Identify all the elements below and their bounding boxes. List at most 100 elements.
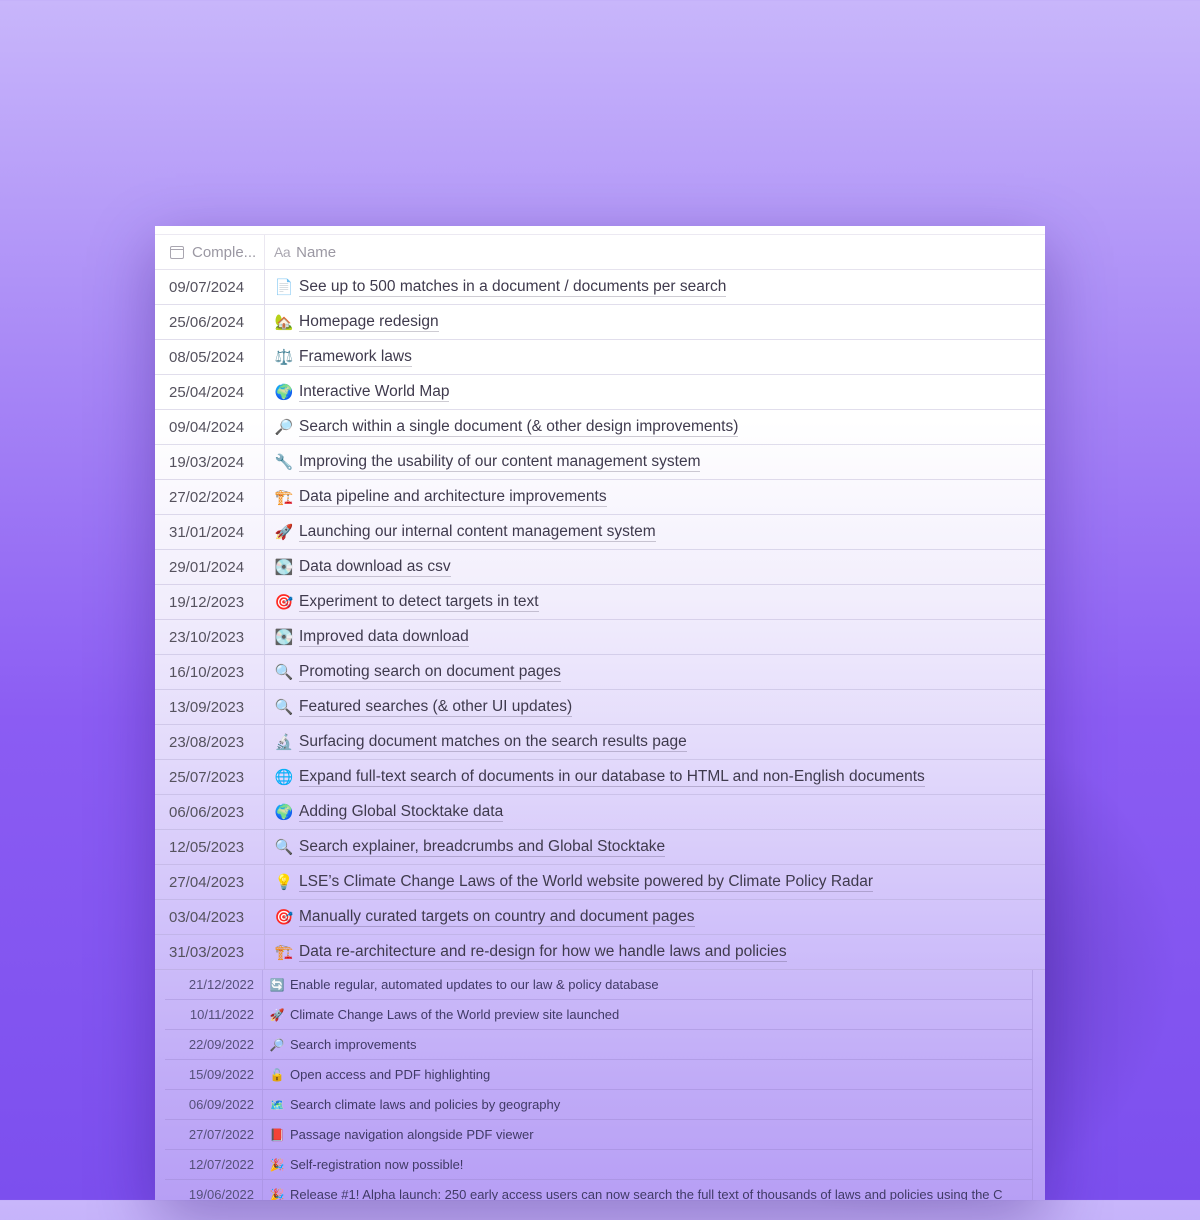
row-title-link[interactable]: Homepage redesign — [299, 313, 439, 332]
row-name-cell[interactable]: 🚀 Launching our internal content manageme… — [265, 515, 656, 549]
row-name-cell[interactable]: 🔍 Featured searches (& other UI updates) — [265, 690, 573, 724]
row-name-cell[interactable]: 🏡 Homepage redesign — [265, 305, 439, 339]
row-name-cell[interactable]: 🏗️ Data re-architecture and re-design for… — [265, 935, 787, 969]
map-icon: 🗺️ — [269, 1097, 285, 1112]
row-title-link[interactable]: Enable regular, automated updates to our… — [290, 977, 659, 992]
row-name-cell[interactable]: 🔬 Surfacing document matches on the searc… — [265, 725, 687, 759]
table-row[interactable]: 31/03/2023 🏗️ Data re-architecture and re-… — [155, 935, 1045, 970]
row-name-cell[interactable]: 💽 Improved data download — [265, 620, 469, 654]
row-title-link[interactable]: See up to 500 matches in a document / do… — [299, 278, 727, 297]
row-name-cell[interactable]: 🎯 Experiment to detect targets in text — [265, 585, 539, 619]
row-name-cell[interactable]: 🌐 Expand full-text search of documents in… — [265, 760, 925, 794]
row-name-cell[interactable]: 🗺️ Search climate laws and policies by ge… — [263, 1090, 561, 1119]
table-row[interactable]: 19/12/2023 🎯 Experiment to detect targets … — [155, 585, 1045, 620]
table-row[interactable]: 09/07/2024 📄 See up to 500 matches in a do… — [155, 270, 1045, 305]
row-name-cell[interactable]: 🌍 Interactive World Map — [265, 375, 450, 409]
completed-date: 03/04/2023 — [155, 900, 265, 934]
row-name-cell[interactable]: 📕 Passage navigation alongside PDF viewer — [263, 1120, 534, 1149]
row-title-link[interactable]: Improving the usability of our content m… — [299, 453, 701, 472]
table-row[interactable]: 27/04/2023 💡 LSE’s Climate Change Laws of … — [155, 865, 1045, 900]
table-row[interactable]: 29/01/2024 💽 Data download as csv — [155, 550, 1045, 585]
row-title-link[interactable]: Framework laws — [299, 348, 412, 367]
row-title-link[interactable]: Release #1! Alpha launch: 250 early acce… — [290, 1187, 1003, 1200]
completed-date: 09/04/2024 — [155, 410, 265, 444]
row-name-cell[interactable]: 🚀 Climate Change Laws of the World previe… — [263, 1000, 620, 1029]
table-row[interactable]: 22/09/2022 🔎 Search improvements — [165, 1030, 1032, 1060]
row-name-cell[interactable]: 🔓 Open access and PDF highlighting — [263, 1060, 491, 1089]
row-name-cell[interactable]: 🎉 Self-registration now possible! — [263, 1150, 464, 1179]
row-name-cell[interactable]: 💡 LSE’s Climate Change Laws of the World … — [265, 865, 874, 899]
row-title-link[interactable]: Search explainer, breadcrumbs and Global… — [299, 838, 666, 857]
row-name-cell[interactable]: 🎉 Release #1! Alpha launch: 250 early acc… — [263, 1180, 1003, 1200]
row-title-link[interactable]: LSE’s Climate Change Laws of the World w… — [299, 873, 874, 892]
row-title-link[interactable]: Improved data download — [299, 628, 469, 647]
row-name-cell[interactable]: 🔍 Search explainer, breadcrumbs and Globa… — [265, 830, 666, 864]
table-row[interactable]: 25/07/2023 🌐 Expand full-text search of do… — [155, 760, 1045, 795]
magnifier-icon: 🔎 — [274, 419, 294, 436]
party-popper-icon: 🎉 — [269, 1187, 285, 1201]
row-name-cell[interactable]: 🔎 Search within a single document (& othe… — [265, 410, 739, 444]
column-header-completed[interactable]: Comple... — [155, 235, 265, 269]
table-row[interactable]: 10/11/2022 🚀 Climate Change Laws of the Wo… — [165, 1000, 1032, 1030]
row-name-cell[interactable]: 🔄 Enable regular, automated updates to ou… — [263, 970, 659, 999]
row-title-link[interactable]: Passage navigation alongside PDF viewer — [290, 1127, 534, 1142]
row-name-cell[interactable]: 🔍 Promoting search on document pages — [265, 655, 561, 689]
table-row[interactable]: 16/10/2023 🔍 Promoting search on document … — [155, 655, 1045, 690]
row-title-link[interactable]: Interactive World Map — [299, 383, 450, 402]
table-row[interactable]: 21/12/2022 🔄 Enable regular, automated upd… — [165, 970, 1032, 1000]
row-name-cell[interactable]: ⚖️ Framework laws — [265, 340, 412, 374]
table-row[interactable]: 13/09/2023 🔍 Featured searches (& other UI… — [155, 690, 1045, 725]
table-row[interactable]: 25/04/2024 🌍 Interactive World Map — [155, 375, 1045, 410]
table-row[interactable]: 19/06/2022 🎉 Release #1! Alpha launch: 250… — [165, 1180, 1032, 1200]
row-name-cell[interactable]: 🔧 Improving the usability of our content … — [265, 445, 701, 479]
column-header-name[interactable]: Aa Name — [265, 235, 336, 269]
scales-icon: ⚖️ — [274, 349, 294, 366]
completed-date: 10/11/2022 — [165, 1000, 263, 1029]
row-title-link[interactable]: Search within a single document (& other… — [299, 418, 739, 437]
table-row[interactable]: 23/08/2023 🔬 Surfacing document matches on… — [155, 725, 1045, 760]
row-title-link[interactable]: Search climate laws and policies by geog… — [290, 1097, 560, 1112]
table-row[interactable]: 25/06/2024 🏡 Homepage redesign — [155, 305, 1045, 340]
table-row[interactable]: 27/07/2022 📕 Passage navigation alongside … — [165, 1120, 1032, 1150]
disk-icon: 💽 — [274, 559, 294, 576]
table-row[interactable]: 08/05/2024 ⚖️ Framework laws — [155, 340, 1045, 375]
row-title-link[interactable]: Surfacing document matches on the search… — [299, 733, 687, 752]
row-title-link[interactable]: Promoting search on document pages — [299, 663, 561, 682]
table-row[interactable]: 09/04/2024 🔎 Search within a single docume… — [155, 410, 1045, 445]
table-row[interactable]: 15/09/2022 🔓 Open access and PDF highlight… — [165, 1060, 1032, 1090]
document-icon: 📄 — [274, 279, 294, 296]
table-row[interactable]: 12/05/2023 🔍 Search explainer, breadcrumbs… — [155, 830, 1045, 865]
row-title-link[interactable]: Experiment to detect targets in text — [299, 593, 539, 612]
table-row[interactable]: 12/07/2022 🎉 Self-registration now possibl… — [165, 1150, 1032, 1180]
table-row[interactable]: 23/10/2023 💽 Improved data download — [155, 620, 1045, 655]
row-title-link[interactable]: Manually curated targets on country and … — [299, 908, 695, 927]
row-name-cell[interactable]: 📄 See up to 500 matches in a document / d… — [265, 270, 727, 304]
table-row[interactable]: 06/06/2023 🌍 Adding Global Stocktake data — [155, 795, 1045, 830]
row-title-link[interactable]: Data download as csv — [299, 558, 451, 577]
completed-date: 06/09/2022 — [165, 1090, 263, 1119]
row-name-cell[interactable]: 🎯 Manually curated targets on country and… — [265, 900, 695, 934]
row-title-link[interactable]: Featured searches (& other UI updates) — [299, 698, 573, 717]
row-name-cell[interactable]: 🌍 Adding Global Stocktake data — [265, 795, 504, 829]
completed-date: 23/10/2023 — [155, 620, 265, 654]
table-row[interactable]: 31/01/2024 🚀 Launching our internal conten… — [155, 515, 1045, 550]
row-name-cell[interactable]: 🏗️ Data pipeline and architecture improve… — [265, 480, 607, 514]
table-row[interactable]: 19/03/2024 🔧 Improving the usability of ou… — [155, 445, 1045, 480]
row-title-link[interactable]: Data pipeline and architecture improveme… — [299, 488, 607, 507]
unlock-icon: 🔓 — [269, 1067, 285, 1082]
row-title-link[interactable]: Data re-architecture and re-design for h… — [299, 943, 787, 962]
row-title-link[interactable]: Self-registration now possible! — [290, 1157, 463, 1172]
row-name-cell[interactable]: 💽 Data download as csv — [265, 550, 451, 584]
row-title-link[interactable]: Expand full-text search of documents in … — [299, 768, 925, 787]
row-title-link[interactable]: Search improvements — [290, 1037, 416, 1052]
table-row[interactable]: 27/02/2024 🏗️ Data pipeline and architectu… — [155, 480, 1045, 515]
row-title-link[interactable]: Climate Change Laws of the World preview… — [290, 1007, 619, 1022]
completed-date: 12/07/2022 — [165, 1150, 263, 1179]
row-title-link[interactable]: Adding Global Stocktake data — [299, 803, 504, 822]
row-name-cell[interactable]: 🔎 Search improvements — [263, 1030, 417, 1059]
row-title-link[interactable]: Open access and PDF highlighting — [290, 1067, 490, 1082]
completed-date: 12/05/2023 — [155, 830, 265, 864]
table-row[interactable]: 06/09/2022 🗺️ Search climate laws and poli… — [165, 1090, 1032, 1120]
table-row[interactable]: 03/04/2023 🎯 Manually curated targets on c… — [155, 900, 1045, 935]
row-title-link[interactable]: Launching our internal content managemen… — [299, 523, 656, 542]
